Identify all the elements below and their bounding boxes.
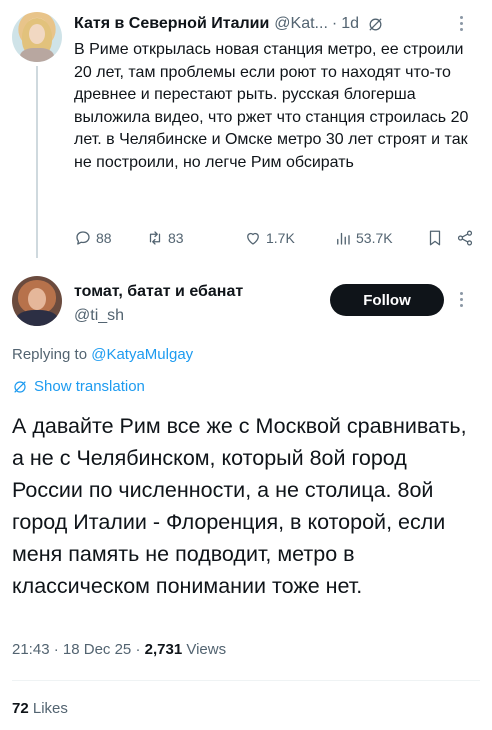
reply-button[interactable]: 88 bbox=[74, 229, 136, 247]
reply-icon bbox=[76, 231, 90, 245]
follow-button[interactable]: Follow bbox=[330, 284, 444, 316]
retweet-button[interactable]: 83 bbox=[146, 229, 238, 247]
views-icon bbox=[337, 232, 350, 245]
parent-tweet-time[interactable]: 1d bbox=[341, 15, 359, 33]
show-translation-link[interactable]: Show translation bbox=[12, 378, 145, 395]
divider bbox=[12, 680, 480, 681]
parent-tweet-header: Катя в Северной Италии @Kat... · 1d bbox=[74, 12, 384, 36]
retweet-count: 83 bbox=[168, 230, 184, 246]
replying-to: Replying to @KatyaMulgay bbox=[12, 346, 193, 363]
likes-summary[interactable]: 72 Likes bbox=[12, 700, 68, 717]
thread-connector-line bbox=[36, 66, 38, 258]
tweet-date[interactable]: 18 Dec 25 bbox=[63, 641, 131, 658]
parent-author-handle[interactable]: @Kat... bbox=[274, 15, 328, 33]
main-author-name[interactable]: томат, батат и ебанат bbox=[74, 283, 243, 301]
share-icon bbox=[457, 230, 473, 246]
like-button[interactable]: 1.7K bbox=[244, 229, 332, 247]
likes-count: 72 bbox=[12, 700, 29, 717]
bookmark-icon bbox=[429, 230, 441, 246]
like-icon bbox=[247, 232, 259, 245]
meta-separator: · bbox=[53, 641, 59, 658]
bookmark-button[interactable] bbox=[426, 229, 444, 247]
retweet-icon bbox=[149, 231, 161, 245]
main-author-avatar[interactable] bbox=[12, 276, 62, 326]
main-tweet-text: А давайте Рим все же с Москвой сравниват… bbox=[12, 414, 467, 598]
like-count: 1.7K bbox=[266, 230, 295, 246]
meta-separator: · bbox=[135, 641, 141, 658]
parent-author-name[interactable]: Катя в Северной Италии bbox=[74, 15, 269, 33]
parent-tweet-text: В Риме открылась новая станция метро, ее… bbox=[74, 41, 469, 171]
header-separator: · bbox=[331, 15, 338, 32]
show-translation-label[interactable]: Show translation bbox=[34, 378, 145, 395]
views-button[interactable]: 53.7K bbox=[334, 229, 422, 247]
main-author-handle[interactable]: @ti_sh bbox=[74, 307, 124, 325]
more-icon[interactable] bbox=[460, 16, 464, 32]
parent-tweet[interactable]: Катя в Северной Италии @Kat... · 1d В Ри… bbox=[0, 0, 492, 258]
tweet-meta: 21:43 · 18 Dec 25 · 2,731 Views bbox=[12, 641, 226, 658]
replying-to-mention[interactable]: @KatyaMulgay bbox=[91, 346, 193, 363]
grok-icon[interactable] bbox=[367, 16, 384, 33]
views-count: 2,731 bbox=[144, 641, 183, 658]
views-count: 53.7K bbox=[356, 230, 393, 246]
tweet-time[interactable]: 21:43 bbox=[12, 641, 50, 658]
translate-icon bbox=[14, 380, 26, 393]
reply-count: 88 bbox=[96, 230, 112, 246]
more-icon[interactable] bbox=[460, 292, 464, 308]
parent-tweet-actions: 88 83 1.7K 53.7K bbox=[74, 226, 474, 250]
views-label: Views bbox=[186, 641, 227, 658]
parent-author-avatar[interactable] bbox=[12, 12, 62, 62]
likes-label: Likes bbox=[32, 700, 68, 717]
share-button[interactable] bbox=[456, 229, 474, 247]
replying-to-label: Replying to bbox=[12, 346, 88, 363]
